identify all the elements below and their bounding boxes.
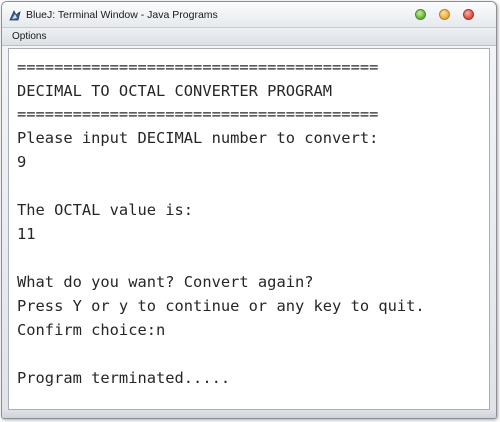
terminal-line: ======================================= bbox=[17, 105, 379, 123]
terminal-line: Please input DECIMAL number to convert: bbox=[17, 129, 379, 147]
menu-options[interactable]: Options bbox=[12, 31, 46, 42]
bluej-app-icon bbox=[9, 10, 21, 21]
window-bottom-border bbox=[2, 410, 496, 418]
terminal-line: 9 bbox=[17, 153, 27, 171]
terminal-line: What do you want? Convert again? bbox=[17, 273, 314, 291]
terminal-output[interactable]: ======================================= … bbox=[8, 48, 490, 410]
terminal-line: Press Y or y to continue or any key to q… bbox=[17, 297, 425, 315]
title-bar[interactable]: BlueJ: Terminal Window - Java Programs bbox=[2, 2, 496, 28]
terminal-line: Confirm choice:n bbox=[17, 321, 166, 339]
minimize-icon[interactable] bbox=[415, 9, 426, 20]
terminal-line: Program terminated..... bbox=[17, 369, 231, 387]
menu-bar: Options bbox=[2, 28, 496, 46]
window-title: BlueJ: Terminal Window - Java Programs bbox=[26, 9, 218, 21]
terminal-window: BlueJ: Terminal Window - Java Programs O… bbox=[1, 1, 497, 419]
terminal-line: ======================================= bbox=[17, 58, 379, 76]
terminal-line: 11 bbox=[17, 225, 36, 243]
terminal-line: DECIMAL TO OCTAL CONVERTER PROGRAM bbox=[17, 82, 333, 100]
close-icon[interactable] bbox=[463, 9, 474, 20]
maximize-icon[interactable] bbox=[439, 9, 450, 20]
terminal-line: The OCTAL value is: bbox=[17, 201, 194, 219]
